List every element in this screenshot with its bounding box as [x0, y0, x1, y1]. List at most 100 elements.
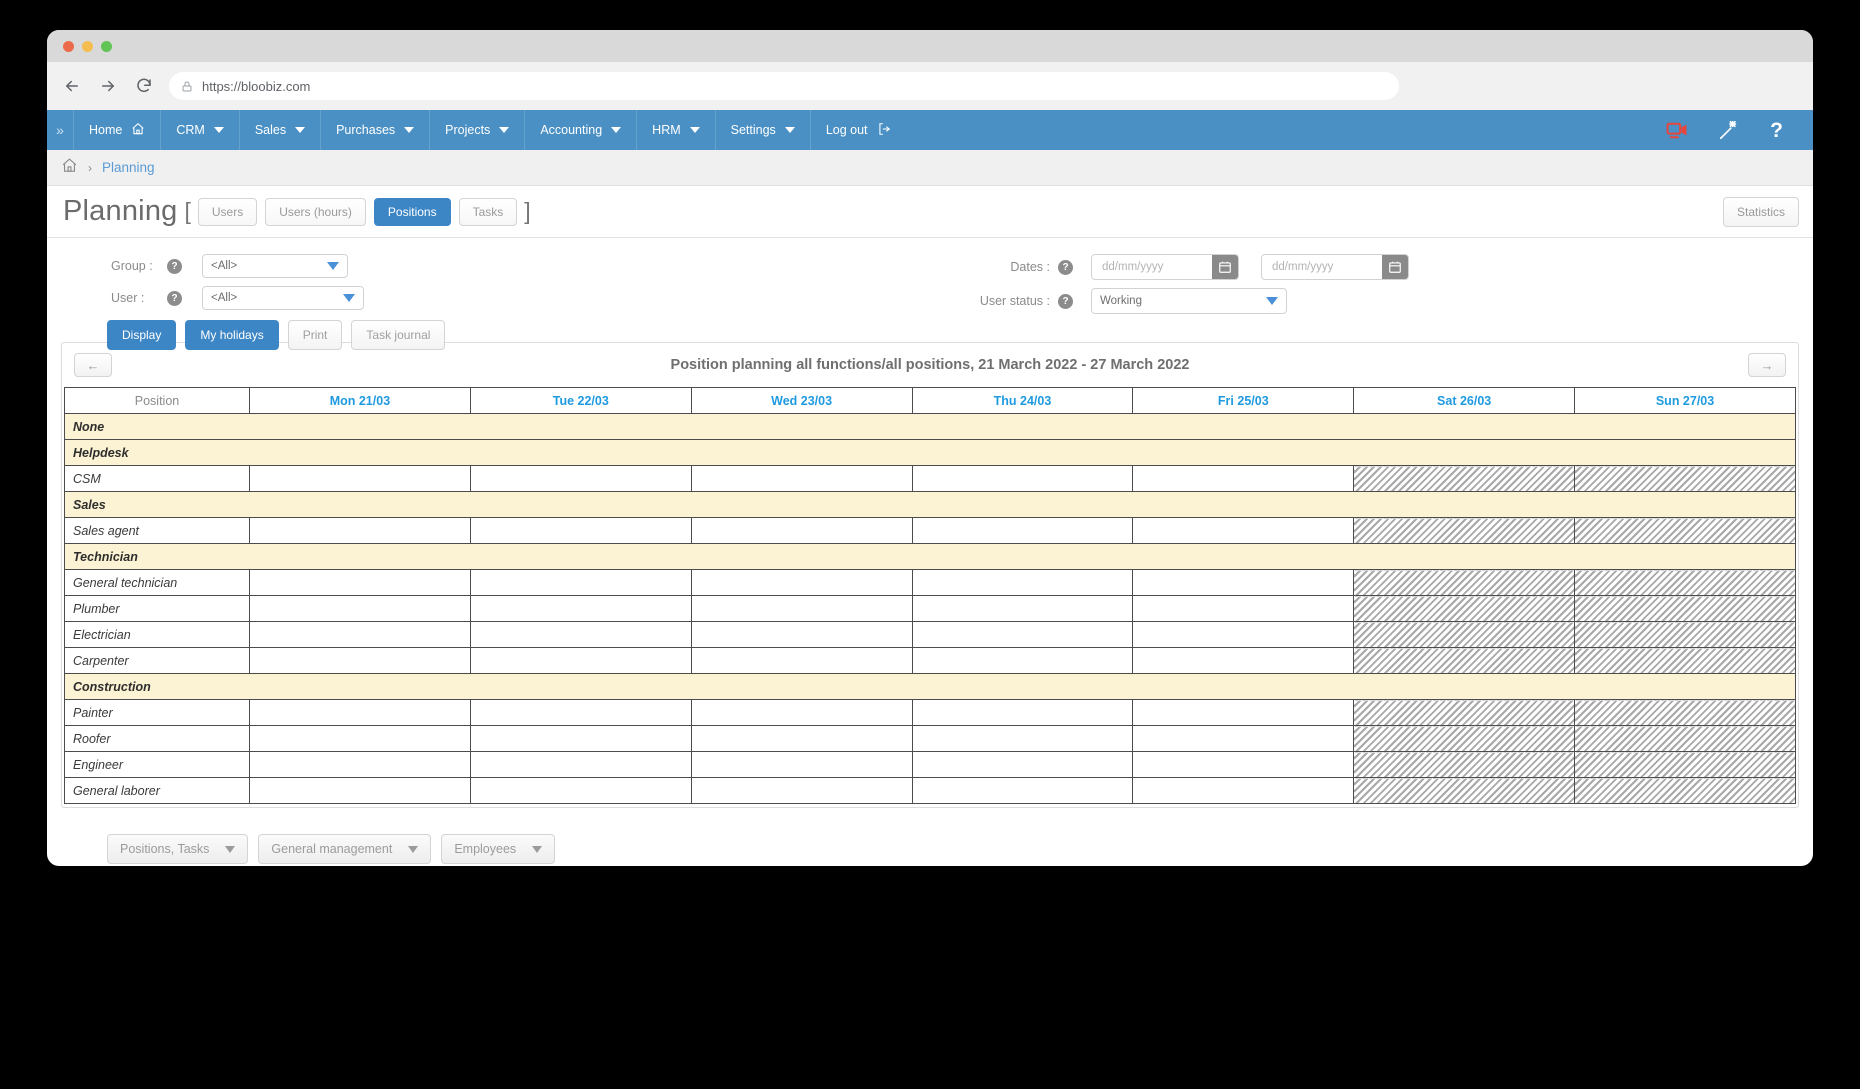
planning-cell[interactable] [690, 595, 913, 622]
help-icon[interactable]: ? [167, 258, 182, 274]
planning-cell[interactable] [469, 595, 692, 622]
planning-cell[interactable] [1132, 621, 1355, 648]
planning-cell-weekend[interactable] [1353, 777, 1576, 804]
planning-cell-weekend[interactable] [1353, 569, 1576, 596]
planning-cell[interactable] [1132, 517, 1355, 544]
planning-cell[interactable] [690, 751, 913, 778]
user-status-select[interactable]: Working [1091, 288, 1287, 314]
planning-cell-weekend[interactable] [1353, 595, 1576, 622]
planning-cell[interactable] [911, 725, 1134, 752]
planning-cell[interactable] [911, 777, 1134, 804]
planning-cell[interactable] [690, 465, 913, 492]
planning-cell[interactable] [911, 595, 1134, 622]
planning-cell[interactable] [690, 777, 913, 804]
nav-item-hrm[interactable]: HRM [637, 110, 716, 150]
group-select[interactable]: <All> [202, 254, 348, 278]
planning-cell[interactable] [469, 621, 692, 648]
date-to-input[interactable]: dd/mm/yyyy [1262, 255, 1382, 279]
nav-item-sales[interactable]: Sales [240, 110, 322, 150]
planning-cell[interactable] [1132, 777, 1355, 804]
planning-cell[interactable] [690, 725, 913, 752]
statistics-button[interactable]: Statistics [1722, 196, 1799, 227]
date-from-field[interactable]: dd/mm/yyyy [1091, 254, 1239, 280]
planning-cell-weekend[interactable] [1574, 517, 1796, 544]
planning-cell[interactable] [1132, 595, 1355, 622]
help-icon[interactable]: ? [1058, 259, 1073, 275]
column-header-fri[interactable]: Fri 25/03 [1132, 387, 1355, 414]
planning-cell-weekend[interactable] [1353, 699, 1576, 726]
nav-item-logout[interactable]: Log out [811, 110, 906, 150]
planning-cell-weekend[interactable] [1574, 699, 1796, 726]
column-header-mon[interactable]: Mon 21/03 [249, 387, 471, 414]
nav-item-crm[interactable]: CRM [161, 110, 240, 150]
nav-item-purchases[interactable]: Purchases [321, 110, 431, 150]
planning-cell[interactable] [469, 465, 692, 492]
column-header-sat[interactable]: Sat 26/03 [1353, 387, 1576, 414]
address-bar[interactable]: https://bloobiz.com [169, 72, 1399, 100]
planning-cell-weekend[interactable] [1574, 621, 1796, 648]
planning-cell-weekend[interactable] [1353, 725, 1576, 752]
help-question-icon[interactable]: ? [1770, 120, 1783, 141]
planning-cell[interactable] [911, 647, 1134, 674]
window-maximize-button[interactable] [101, 40, 112, 52]
planning-cell[interactable] [469, 699, 692, 726]
window-close-button[interactable] [63, 40, 74, 52]
planning-cell[interactable] [249, 595, 471, 622]
planning-cell[interactable] [1132, 725, 1355, 752]
planning-cell[interactable] [690, 647, 913, 674]
column-header-sun[interactable]: Sun 27/03 [1574, 387, 1796, 414]
planning-cell-weekend[interactable] [1574, 777, 1796, 804]
planning-cell[interactable] [1132, 647, 1355, 674]
nav-item-settings[interactable]: Settings [716, 110, 811, 150]
planning-cell[interactable] [249, 777, 471, 804]
planning-cell[interactable] [1132, 699, 1355, 726]
planning-cell[interactable] [469, 777, 692, 804]
tab-positions[interactable]: Positions [373, 197, 451, 226]
planning-cell-weekend[interactable] [1353, 751, 1576, 778]
planning-cell-weekend[interactable] [1574, 751, 1796, 778]
planning-cell[interactable] [1132, 751, 1355, 778]
magic-wand-icon[interactable] [1718, 119, 1740, 141]
planning-cell[interactable] [690, 621, 913, 648]
planning-cell[interactable] [1132, 569, 1355, 596]
help-icon[interactable]: ? [1058, 293, 1073, 309]
planning-cell[interactable] [1132, 465, 1355, 492]
forward-arrow-icon[interactable] [97, 75, 119, 97]
date-from-input[interactable]: dd/mm/yyyy [1092, 255, 1212, 279]
planning-cell[interactable] [249, 751, 471, 778]
employees-dropdown[interactable]: Employees [441, 834, 556, 864]
column-header-wed[interactable]: Wed 23/03 [690, 387, 913, 414]
tab-tasks[interactable]: Tasks [458, 197, 518, 226]
reload-icon[interactable] [133, 75, 155, 97]
nav-item-accounting[interactable]: Accounting [525, 110, 638, 150]
planning-cell[interactable] [911, 517, 1134, 544]
planning-cell-weekend[interactable] [1574, 595, 1796, 622]
planning-cell[interactable] [911, 621, 1134, 648]
planning-cell[interactable] [249, 725, 471, 752]
planning-cell[interactable] [249, 621, 471, 648]
nav-item-home[interactable]: Home [73, 110, 162, 150]
back-arrow-icon[interactable] [61, 75, 83, 97]
planning-cell[interactable] [911, 465, 1134, 492]
planning-cell[interactable] [249, 569, 471, 596]
calendar-icon[interactable] [1382, 255, 1408, 279]
planning-cell[interactable] [690, 569, 913, 596]
planning-cell[interactable] [911, 699, 1134, 726]
planning-cell[interactable] [469, 647, 692, 674]
date-to-field[interactable]: dd/mm/yyyy [1261, 254, 1409, 280]
planning-cell[interactable] [249, 699, 471, 726]
planning-cell-weekend[interactable] [1574, 569, 1796, 596]
home-icon[interactable] [61, 157, 78, 179]
video-record-icon[interactable] [1666, 121, 1688, 139]
window-minimize-button[interactable] [82, 40, 93, 52]
planning-cell[interactable] [249, 517, 471, 544]
planning-cell-weekend[interactable] [1574, 465, 1796, 492]
planning-cell-weekend[interactable] [1574, 725, 1796, 752]
planning-cell-weekend[interactable] [1353, 465, 1576, 492]
planning-cell[interactable] [469, 751, 692, 778]
next-week-button[interactable]: → [1748, 353, 1786, 377]
tab-users-hours[interactable]: Users (hours) [265, 197, 366, 226]
calendar-icon[interactable] [1212, 255, 1238, 279]
planning-cell-weekend[interactable] [1574, 647, 1796, 674]
help-icon[interactable]: ? [167, 290, 182, 306]
